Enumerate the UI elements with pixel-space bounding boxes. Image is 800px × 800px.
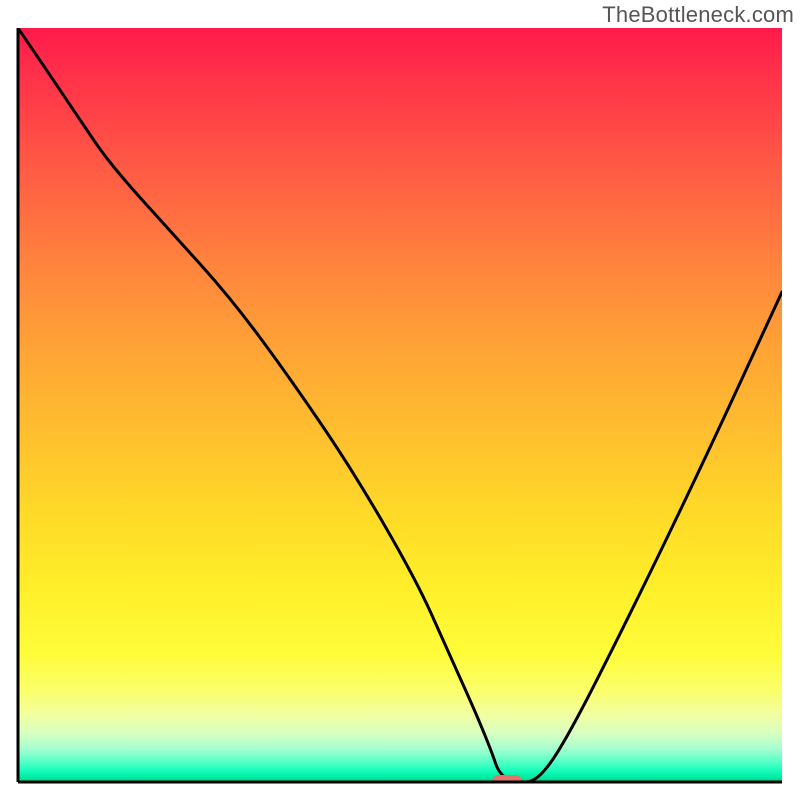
bottleneck-curve (18, 28, 782, 782)
watermark-text: TheBottleneck.com (602, 2, 794, 28)
plot-area (18, 28, 782, 782)
optimal-marker (492, 775, 522, 782)
chart-container: TheBottleneck.com (0, 0, 800, 800)
curve-layer (18, 28, 782, 782)
